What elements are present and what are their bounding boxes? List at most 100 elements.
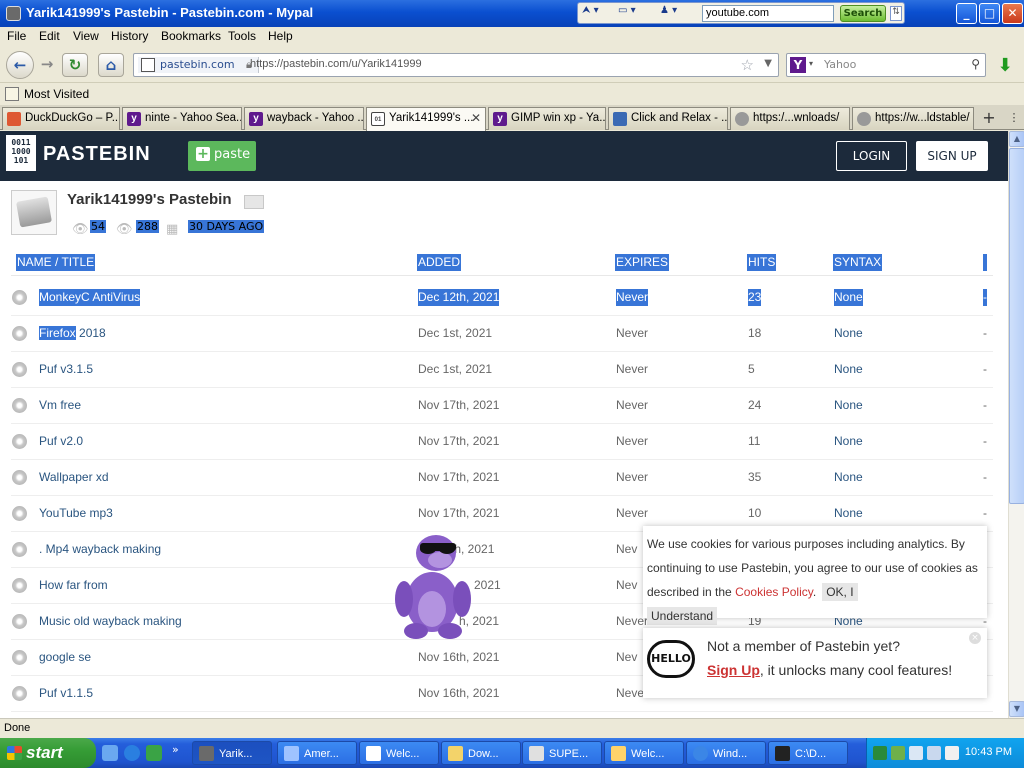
toolbar-search-input[interactable]: youtube.com [702, 5, 834, 22]
task-welc-2[interactable]: Welc... [604, 741, 684, 765]
home-button[interactable]: ⌂ [98, 53, 124, 77]
close-icon[interactable]: × [969, 632, 981, 644]
search-placeholder[interactable]: Yahoo [824, 58, 856, 71]
paste-syntax-link[interactable]: None [834, 397, 863, 414]
scrollbar-thumb[interactable] [1009, 148, 1024, 504]
url-text[interactable]: https://pastebin.com/u/Yarik141999 [250, 58, 422, 70]
paste-title-link[interactable]: How far from [39, 577, 108, 594]
tab-click-and-relax[interactable]: Click and Relax - ... [608, 107, 728, 130]
pastebin-logo-text[interactable]: PASTEBIN [43, 143, 151, 166]
paste-title-link[interactable]: Vm free [39, 397, 81, 414]
quicklaunch-nav-icon[interactable] [102, 745, 118, 761]
toolbar-options-icon[interactable]: ⇅ [890, 6, 902, 21]
column-expires[interactable]: EXPIRES [615, 254, 670, 271]
tray-safely-remove-icon[interactable] [945, 746, 959, 760]
tab-yahoo-ninte[interactable]: y ninte - Yahoo Sea... [122, 107, 242, 130]
column-syntax[interactable]: SYNTAX [833, 254, 883, 271]
vertical-scrollbar[interactable]: ▲ ▼ [1008, 131, 1024, 718]
tray-volume-icon[interactable] [927, 746, 941, 760]
paste-syntax-link[interactable]: None [834, 325, 863, 342]
new-paste-button[interactable]: + paste [188, 141, 256, 171]
task-downloads[interactable]: Dow... [441, 741, 521, 765]
menu-view[interactable]: View [73, 29, 99, 43]
maximize-button[interactable]: □ [979, 3, 1000, 24]
pastebin-logo-icon[interactable]: 0011 1000 101 [6, 135, 36, 171]
download-icon[interactable]: ⬇ [992, 55, 1018, 77]
menu-history[interactable]: History [111, 29, 148, 43]
task-yarik[interactable]: Yarik... [192, 741, 272, 765]
menu-file[interactable]: File [7, 29, 26, 43]
scroll-up-icon[interactable]: ▲ [1009, 131, 1024, 147]
tab-close-icon[interactable]: ✕ [471, 108, 481, 129]
task-7zip[interactable]: C:\D... [768, 741, 848, 765]
menu-edit[interactable]: Edit [39, 29, 60, 43]
minimize-button[interactable]: _ [956, 3, 977, 24]
url-history-dropdown-icon[interactable]: ▼ [764, 58, 772, 69]
menu-bookmarks[interactable]: Bookmarks [161, 29, 221, 43]
paste-title-link[interactable]: Puf v1.1.5 [39, 685, 93, 702]
toolbar-monitor-icon[interactable]: ▭ ▾ [618, 5, 654, 22]
column-added[interactable]: ADDED [417, 254, 462, 271]
column-name[interactable]: NAME / TITLE [16, 254, 96, 271]
tab-pastebin[interactable]: 01 Yarik141999's ... ✕ [366, 107, 486, 131]
quicklaunch-ie-icon[interactable] [124, 745, 140, 761]
table-row[interactable]: Puf v3.1.5 Dec 1st, 2021 Never 5 None - [11, 352, 993, 388]
cookie-accept-button[interactable]: OK, I [822, 583, 858, 601]
tab-yahoo-wayback[interactable]: y wayback - Yahoo ... [244, 107, 364, 130]
tray-aim-icon[interactable] [873, 746, 887, 760]
search-box[interactable]: Y ▾ Yahoo ⚲ [786, 53, 986, 77]
toolbar-aim-icon[interactable]: ♟ ▾ [660, 5, 696, 22]
tab-duckduckgo[interactable]: DuckDuckGo – P... [2, 107, 120, 130]
table-row[interactable]: MonkeyC AntiVirus Dec 12th, 2021 Never 2… [11, 280, 993, 316]
paste-syntax-link[interactable]: None [834, 361, 863, 378]
quicklaunch-more-icon[interactable]: » [172, 743, 179, 756]
paste-syntax-link[interactable]: None [834, 289, 863, 306]
table-row[interactable]: Puf v2.0 Nov 17th, 2021 Never 11 None - [11, 424, 993, 460]
most-visited-bookmark[interactable]: Most Visited [24, 87, 89, 101]
close-button[interactable]: ✕ [1002, 3, 1023, 24]
yahoo-engine-icon[interactable]: Y [790, 57, 806, 73]
paste-title-link[interactable]: YouTube mp3 [39, 505, 113, 522]
bookmark-star-icon[interactable]: ☆ [741, 56, 754, 74]
paste-title-link[interactable]: Firefox 2018 [39, 325, 106, 342]
paste-title-link[interactable]: Puf v2.0 [39, 433, 83, 450]
list-all-tabs-button[interactable]: ⋮ [1006, 108, 1022, 129]
menu-help[interactable]: Help [268, 29, 293, 43]
paste-title-link[interactable]: MonkeyC AntiVirus [39, 289, 141, 306]
tray-network-icon[interactable] [891, 746, 905, 760]
url-bar[interactable]: pastebin.com 🔒︎ https://pastebin.com/u/Y… [133, 53, 779, 77]
tray-monitor-icon[interactable] [909, 746, 923, 760]
clock[interactable]: 10:43 PM [965, 746, 1012, 758]
login-button[interactable]: LOGIN [836, 141, 907, 171]
task-amer[interactable]: Amer... [277, 741, 357, 765]
paste-title-link[interactable]: google se [39, 649, 91, 666]
toolbar-search-button[interactable]: Search [840, 5, 886, 22]
site-identity[interactable]: pastebin.com 🔒︎ [138, 57, 259, 73]
paste-syntax-link[interactable]: None [834, 469, 863, 486]
message-icon[interactable] [244, 195, 264, 209]
cookies-policy-link[interactable]: Cookies Policy [735, 585, 813, 599]
back-button[interactable]: ← [6, 51, 34, 79]
quicklaunch-excel-icon[interactable] [146, 745, 162, 761]
task-windows[interactable]: Wind... [686, 741, 766, 765]
table-row[interactable]: Firefox 2018 Dec 1st, 2021 Never 18 None… [11, 316, 993, 352]
tab-stable-url[interactable]: https://w...ldstable/ [852, 107, 974, 130]
table-row[interactable]: Vm free Nov 17th, 2021 Never 24 None - [11, 388, 993, 424]
signup-link[interactable]: Sign Up [707, 662, 760, 678]
task-supe[interactable]: SUPE... [522, 741, 602, 765]
paste-title-link[interactable]: Puf v3.1.5 [39, 361, 93, 378]
task-welc-1[interactable]: Welc... [359, 741, 439, 765]
toolbar-nav-icon[interactable]: ⮝ ▾ [582, 5, 618, 22]
reload-button[interactable]: ↻ [62, 53, 88, 77]
search-icon[interactable]: ⚲ [971, 57, 980, 71]
scroll-down-icon[interactable]: ▼ [1009, 701, 1024, 717]
engine-dropdown-icon[interactable]: ▾ [809, 59, 813, 68]
start-button[interactable]: start [0, 738, 96, 768]
tab-yahoo-gimp[interactable]: y GIMP win xp - Ya... [488, 107, 606, 130]
column-hits[interactable]: HITS [747, 254, 777, 271]
paste-title-link[interactable]: Music old wayback making [39, 613, 182, 630]
tab-downloads-url[interactable]: https:/...wnloads/ [730, 107, 850, 130]
bonzibuddy-character[interactable] [392, 527, 474, 641]
paste-title-link[interactable]: . Mp4 wayback making [39, 541, 161, 558]
new-tab-button[interactable]: + [978, 108, 1000, 129]
